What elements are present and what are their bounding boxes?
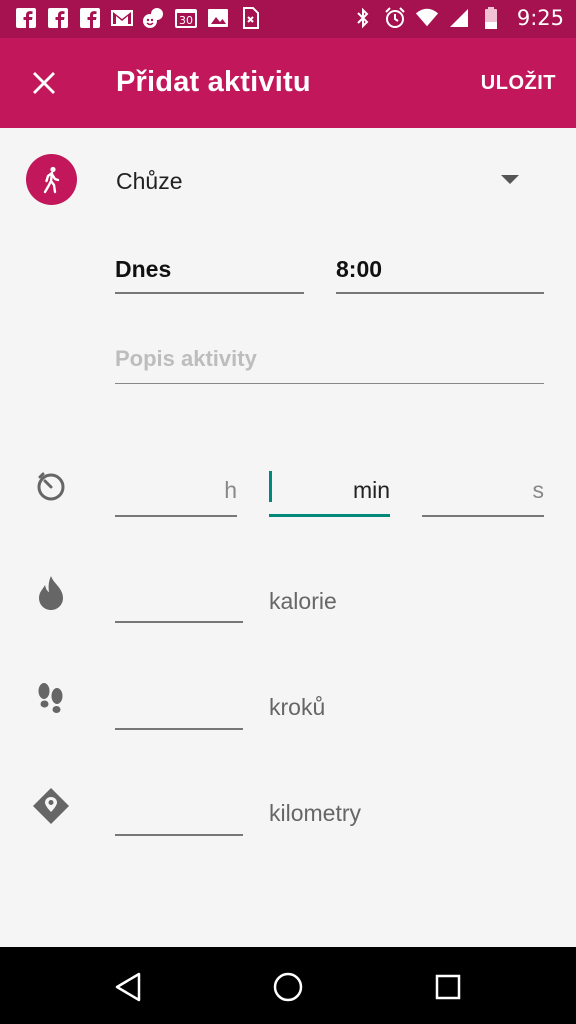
home-icon <box>273 972 303 1002</box>
status-bar: 30 9:25 <box>0 0 576 38</box>
signal-icon <box>447 6 471 30</box>
wifi-icon <box>415 6 439 30</box>
back-button[interactable] <box>108 967 148 1007</box>
time-field[interactable]: 8:00 <box>336 248 544 294</box>
seconds-unit: s <box>532 477 545 503</box>
facebook-icon <box>78 6 102 30</box>
bluetooth-icon <box>351 6 375 30</box>
facebook-icon <box>14 6 38 30</box>
image-icon <box>206 6 230 30</box>
date-field[interactable]: Dnes <box>115 248 304 294</box>
system-icons: 9:25 <box>351 6 564 30</box>
duration-minutes-input[interactable]: min <box>269 466 390 517</box>
recents-button[interactable] <box>428 967 468 1007</box>
save-button[interactable]: ULOŽIT <box>481 72 556 95</box>
duration-hours-input[interactable]: h <box>115 466 237 517</box>
location-icon <box>32 787 70 825</box>
notification-icons: 30 <box>14 6 262 30</box>
steps-input[interactable] <box>115 684 243 730</box>
activity-type-value: Chůze <box>116 168 183 194</box>
sim-icon <box>238 6 262 30</box>
activity-form: Chůze Dnes 8:00 Popis aktivity h min s k… <box>0 128 576 947</box>
calendar-icon: 30 <box>174 6 198 30</box>
time-value: 8:00 <box>336 256 383 282</box>
navigation-bar <box>0 947 576 1024</box>
distance-label: kilometry <box>269 800 362 826</box>
page-title: Přidat aktivitu <box>116 66 311 98</box>
back-icon <box>115 972 141 1002</box>
calendar-day: 30 <box>179 14 193 27</box>
close-button[interactable] <box>22 61 66 105</box>
facebook-icon <box>46 6 70 30</box>
walk-icon <box>43 166 59 193</box>
hangouts-icon <box>142 6 166 30</box>
minutes-unit: min <box>352 477 390 503</box>
text-cursor <box>269 471 272 502</box>
app-bar: Přidat aktivitu ULOŽIT <box>0 38 576 128</box>
hours-unit: h <box>224 477 237 503</box>
recents-icon <box>435 974 461 1000</box>
close-icon <box>33 72 55 94</box>
calories-input[interactable] <box>115 577 243 623</box>
clock-time: 9:25 <box>516 6 564 30</box>
timer-icon <box>32 468 70 506</box>
distance-input[interactable] <box>115 790 243 836</box>
battery-icon <box>479 6 503 30</box>
description-input[interactable]: Popis aktivity <box>115 338 544 384</box>
date-value: Dnes <box>115 256 172 282</box>
chevron-down-icon[interactable] <box>501 175 519 184</box>
footsteps-icon <box>32 680 70 718</box>
calories-label: kalorie <box>269 588 337 614</box>
alarm-icon <box>383 6 407 30</box>
activity-icon-badge <box>26 154 77 205</box>
description-placeholder: Popis aktivity <box>115 346 257 371</box>
home-button[interactable] <box>268 967 308 1007</box>
gmail-icon <box>110 6 134 30</box>
steps-label: kroků <box>269 694 326 720</box>
flame-icon <box>32 574 70 612</box>
duration-seconds-input[interactable]: s <box>422 466 544 517</box>
